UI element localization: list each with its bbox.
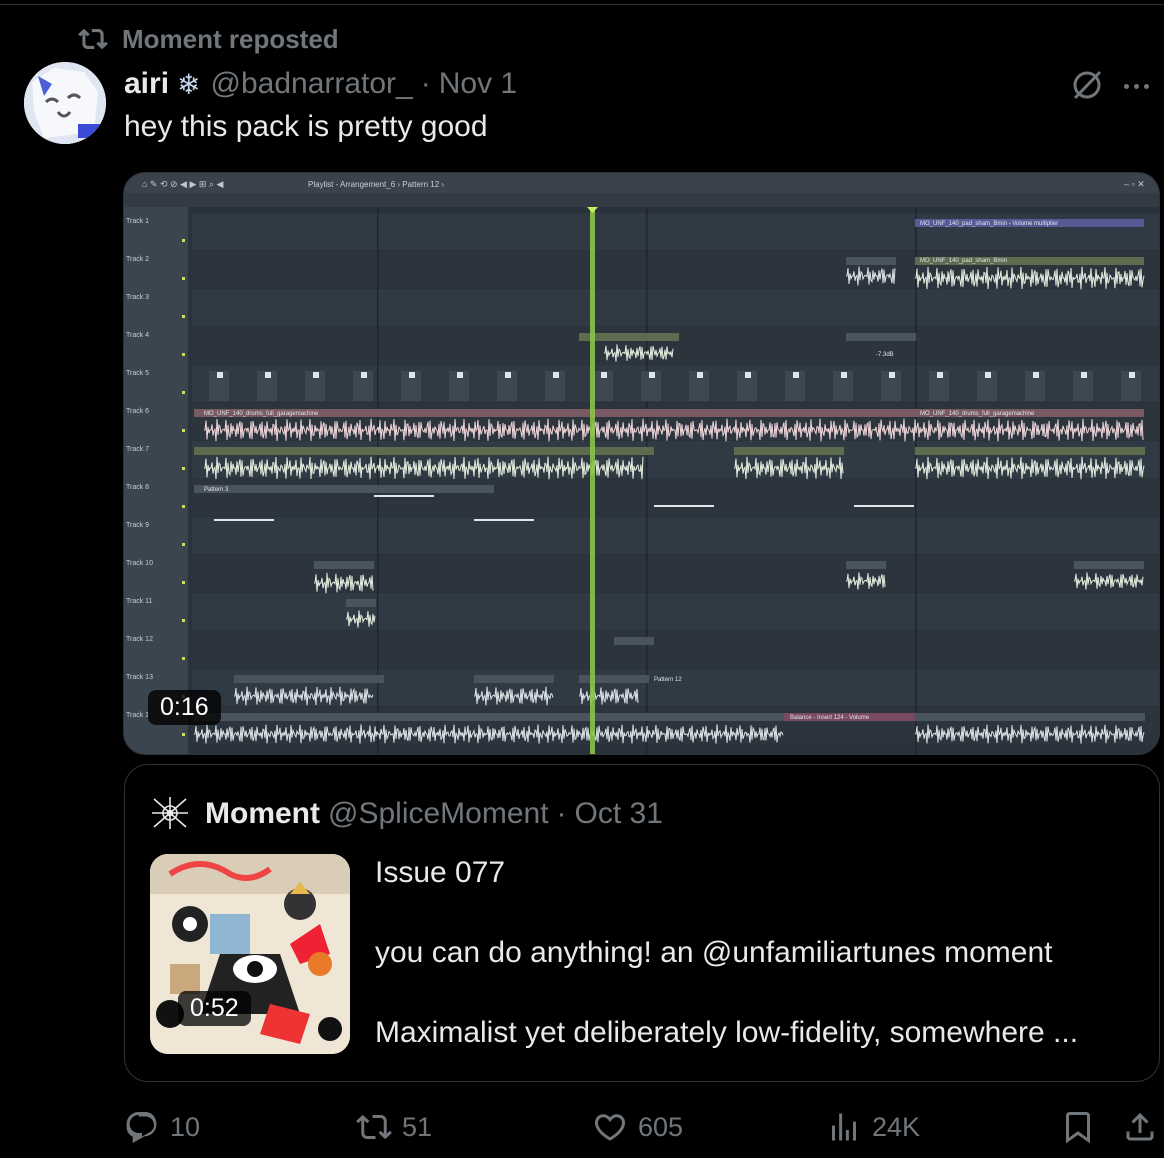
repost-icon: [356, 1114, 392, 1140]
top-divider: [0, 4, 1164, 5]
quoted-text-line-2: you can do anything! an @unfamiliartunes…: [375, 936, 1053, 969]
heart-icon: [594, 1114, 626, 1141]
track-label: Track 1: [126, 218, 149, 225]
quoted-video-duration-badge: 0:52: [178, 991, 251, 1026]
clip-label-drums-2: MO_UNF_140_drums_full_garagemachine: [920, 411, 1035, 417]
quoted-tweet-date[interactable]: Oct 31: [575, 797, 663, 831]
views-button[interactable]: 24K: [826, 1104, 920, 1150]
quoted-tweet-header: Moment @SpliceMoment · Oct 31: [205, 794, 663, 834]
share-button[interactable]: [1122, 1104, 1158, 1150]
bookmark-icon: [1066, 1112, 1090, 1144]
svg-text:– ▫ ✕: – ▫ ✕: [1124, 179, 1145, 189]
quoted-text-line-3: Maximalist yet deliberately low-fidelity…: [375, 1016, 1079, 1049]
like-count: 605: [638, 1111, 684, 1142]
clip-label-drums: MO_UNF_140_drums_full_garagemachine: [204, 411, 319, 417]
clip-label-pattern12: Pattern 12: [654, 677, 682, 683]
clip-label-balance: Balance - Insert 124 - Volume: [790, 715, 870, 721]
social-context[interactable]: Moment reposted: [78, 22, 339, 56]
track-label: Track 3: [126, 294, 149, 301]
track-label: Track 8: [126, 484, 149, 491]
repost-count: 51: [402, 1111, 433, 1142]
like-button[interactable]: 605: [592, 1104, 683, 1150]
track-label: Track 5: [126, 370, 149, 377]
clip-label-db: -7.3dB: [876, 352, 894, 358]
author-name[interactable]: airi: [124, 67, 169, 101]
repost-icon: [78, 28, 108, 50]
action-bar: 10 51 605 24K: [0, 1104, 1164, 1150]
moment-logo-icon: [152, 797, 188, 829]
tweet-date[interactable]: Nov 1: [439, 67, 517, 101]
track-label: Track 4: [126, 332, 149, 339]
track-label: Track 10: [126, 560, 153, 567]
reply-button[interactable]: 10: [124, 1104, 200, 1150]
tweet-video[interactable]: Playlist - Arrangement_6 › Pattern 12 › …: [123, 172, 1160, 755]
author-handle[interactable]: @badnarrator_: [211, 67, 413, 101]
quoted-text-line-1: Issue 077: [375, 856, 506, 889]
clip-label-volume: MO_UNF_140_pad_sham_Bmin - Volume multip…: [920, 221, 1058, 227]
separator-dot: ·: [420, 67, 431, 100]
repost-label: Moment reposted: [122, 23, 339, 54]
repost-button[interactable]: 51: [356, 1104, 432, 1150]
share-icon: [1126, 1112, 1154, 1141]
playhead: [590, 207, 595, 754]
reply-count: 10: [170, 1111, 201, 1142]
view-count: 24K: [872, 1111, 921, 1142]
clip-label-pad: MO_UNF_140_pad_sham_Bmin: [920, 258, 1007, 264]
daw-title: Playlist - Arrangement_6 › Pattern 12 ›: [308, 180, 444, 189]
bookmark-button[interactable]: [1060, 1104, 1096, 1150]
track-label: Track 13: [126, 674, 153, 681]
avatar[interactable]: [24, 62, 106, 144]
reply-icon: [126, 1112, 157, 1144]
grok-icon[interactable]: [1070, 68, 1104, 102]
svg-text:⌂ ✎ ⟲ ⊘ ◀ ▶ ⊞ ⌕ ◀: ⌂ ✎ ⟲ ⊘ ◀ ▶ ⊞ ⌕ ◀: [142, 179, 223, 189]
quoted-author-handle[interactable]: @SpliceMoment: [328, 797, 549, 831]
track-label: Track 7: [126, 446, 149, 453]
track-label: Track 9: [126, 522, 149, 529]
track-label: Track 11: [126, 598, 153, 605]
analytics-icon: [832, 1113, 856, 1141]
track-label: Track 2: [126, 256, 149, 263]
tweet-header: airi ❄ @badnarrator_ · Nov 1: [124, 64, 517, 104]
track-label: Track 6: [126, 408, 149, 415]
more-options-icon[interactable]: [1124, 80, 1158, 92]
separator-dot: ·: [556, 797, 567, 830]
avatar-image: [24, 62, 106, 144]
clip-label-pattern3: Pattern 3: [204, 487, 229, 493]
quoted-author-name[interactable]: Moment: [205, 797, 320, 831]
track-label: Track 12: [126, 636, 153, 643]
track-label: Track 1: [126, 712, 149, 719]
snowflake-emoji: ❄: [177, 68, 201, 100]
daw-playlist-screenshot: Playlist - Arrangement_6 › Pattern 12 › …: [124, 173, 1159, 754]
video-duration-badge: 0:16: [148, 690, 221, 725]
tweet-text: hey this pack is pretty good: [124, 110, 488, 143]
